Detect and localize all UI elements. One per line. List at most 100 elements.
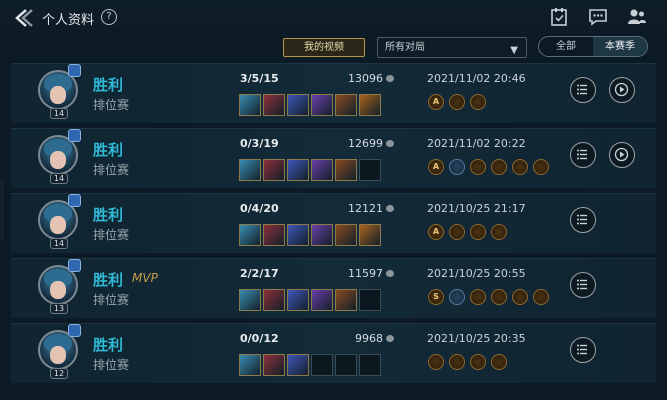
match-mode: 排位赛 [93, 293, 130, 307]
medal-list: S [428, 289, 549, 305]
achievement-medal-icon [470, 94, 486, 110]
equipment-list [239, 94, 381, 116]
match-time: 2021/11/02 20:46 [427, 72, 526, 85]
equipment-slot [311, 159, 333, 181]
equipment-slot [287, 354, 309, 376]
list-icon [577, 279, 587, 290]
equipment-slot [287, 289, 309, 311]
equipment-slot [239, 354, 261, 376]
equipment-slot [263, 224, 285, 246]
match-row[interactable]: 14 胜利 排位赛 0/4/20 12121 2021/10/25 21:17 … [11, 193, 656, 253]
back-arrow-icon[interactable] [14, 8, 36, 28]
achievement-medal-icon [449, 354, 465, 370]
tab-all[interactable]: 全部 [539, 37, 593, 56]
gold-amount: 9968 [355, 332, 383, 345]
equipment-list [239, 224, 381, 246]
play-icon [614, 82, 629, 97]
match-detail-button[interactable] [570, 207, 596, 233]
match-time: 2021/10/25 20:35 [427, 332, 526, 345]
match-mode: 排位赛 [93, 228, 130, 242]
equipment-slot [335, 94, 357, 116]
mvp-badge: MVP [132, 271, 158, 285]
gold-amount: 11597 [348, 267, 383, 280]
match-mode: 排位赛 [93, 163, 130, 177]
match-mode: 排位赛 [93, 98, 130, 112]
medal-list: A [428, 159, 549, 175]
match-detail-button[interactable] [570, 272, 596, 298]
match-result: 胜利 [93, 271, 124, 289]
chat-icon[interactable] [588, 8, 608, 26]
match-row[interactable]: 14 胜利 排位赛 3/5/15 13096 2021/11/02 20:46 … [11, 63, 656, 123]
rank-badge-icon [68, 324, 81, 337]
match-filter-select[interactable]: 所有对局 ▼ [377, 37, 527, 58]
equipment-slot [335, 289, 357, 311]
replay-button[interactable] [609, 77, 635, 103]
gold-amount: 13096 [348, 72, 383, 85]
match-result: 胜利 [93, 336, 124, 354]
match-filter-value: 所有对局 [385, 42, 425, 53]
equipment-slot [359, 224, 381, 246]
achievement-medal-icon [533, 289, 549, 305]
equipment-slot [263, 289, 285, 311]
equipment-slot [359, 289, 381, 311]
achievement-medal-icon [449, 224, 465, 240]
achievement-medal-icon [491, 159, 507, 175]
rank-badge-icon [68, 64, 81, 77]
hero-level: 14 [50, 108, 68, 119]
tab-this-season[interactable]: 本赛季 [593, 37, 647, 56]
task-list-icon[interactable] [549, 8, 569, 26]
page-title: 个人资料 [42, 13, 95, 28]
kda: 0/3/19 [240, 137, 279, 150]
hero-level: 13 [50, 303, 68, 314]
match-result: 胜利 [93, 141, 124, 159]
match-detail-button[interactable] [570, 142, 596, 168]
my-video-button[interactable]: 我的视频 [283, 38, 365, 57]
play-icon [614, 147, 629, 162]
help-icon[interactable]: ? [101, 9, 117, 25]
equipment-slot [359, 159, 381, 181]
medal-list [428, 354, 507, 370]
equipment-list [239, 159, 381, 181]
match-row[interactable]: 13 胜利 MVP 排位赛 2/2/17 11597 2021/10/25 20… [11, 258, 656, 318]
gold-amount: 12121 [348, 202, 383, 215]
achievement-medal-icon [449, 94, 465, 110]
medal-list: A [428, 94, 486, 110]
match-time: 2021/10/25 20:55 [427, 267, 526, 280]
kda: 0/4/20 [240, 202, 279, 215]
match-result: 胜利 [93, 76, 124, 94]
replay-button[interactable] [609, 142, 635, 168]
achievement-medal-icon [491, 354, 507, 370]
hero-level: 14 [50, 173, 68, 184]
season-toggle: 全部 本赛季 [538, 36, 648, 57]
kda: 2/2/17 [240, 267, 279, 280]
match-row[interactable]: 14 胜利 排位赛 0/3/19 12699 2021/11/02 20:22 … [11, 128, 656, 188]
match-row[interactable]: 12 胜利 排位赛 0/0/12 9968 2021/10/25 20:35 [11, 323, 656, 383]
gold-icon [386, 270, 394, 277]
achievement-medal-icon [470, 224, 486, 240]
list-icon [577, 344, 587, 355]
match-detail-button[interactable] [570, 337, 596, 363]
equipment-slot [239, 224, 261, 246]
friends-icon[interactable] [627, 8, 647, 26]
side-edge [0, 180, 4, 240]
list-icon [577, 84, 587, 95]
achievement-medal-icon [449, 289, 465, 305]
achievement-medal-icon: A [428, 94, 444, 110]
achievement-medal-icon: A [428, 159, 444, 175]
match-detail-button[interactable] [570, 77, 596, 103]
list-icon [577, 214, 587, 225]
equipment-slot [311, 354, 333, 376]
match-time: 2021/10/25 21:17 [427, 202, 526, 215]
equipment-list [239, 354, 381, 376]
equipment-slot [311, 289, 333, 311]
gold-icon [386, 140, 394, 147]
equipment-list [239, 289, 381, 311]
match-time: 2021/11/02 20:22 [427, 137, 526, 150]
equipment-slot [311, 94, 333, 116]
gold-icon [386, 205, 394, 212]
equipment-slot [359, 354, 381, 376]
gold-icon [386, 75, 394, 82]
achievement-medal-icon [491, 289, 507, 305]
achievement-medal-icon [491, 224, 507, 240]
rank-badge-icon [68, 194, 81, 207]
